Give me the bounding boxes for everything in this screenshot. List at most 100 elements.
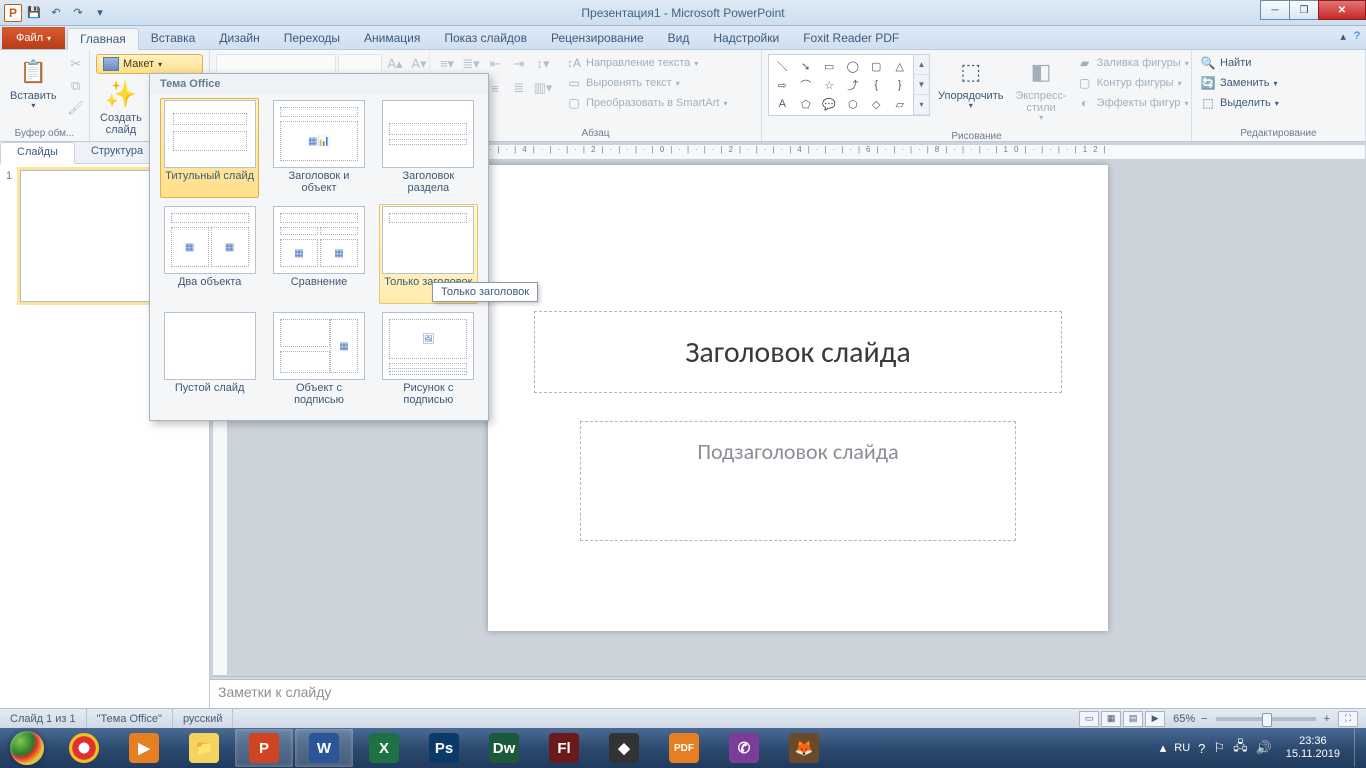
status-theme[interactable]: "Тема Office": [87, 709, 173, 728]
tray-network-icon[interactable]: 🖧: [1233, 737, 1248, 759]
layout-item-content-caption[interactable]: ▦ Объект с подписью: [269, 310, 368, 410]
close-button[interactable]: ✕: [1318, 0, 1366, 20]
shape-curve-icon[interactable]: ⌒: [795, 76, 818, 94]
shape-connector-icon[interactable]: ⤴: [842, 76, 865, 94]
convert-smartart-button[interactable]: ▢Преобразовать в SmartArt▾: [564, 94, 729, 112]
shapes-scroll-up-icon[interactable]: ▲: [914, 55, 929, 75]
view-normal-icon[interactable]: ▭: [1079, 711, 1099, 727]
fit-to-window-icon[interactable]: ⛶: [1338, 711, 1358, 727]
tab-review[interactable]: Рецензирование: [539, 27, 656, 49]
layout-item-title-slide[interactable]: Титульный слайд: [160, 98, 259, 198]
qat-redo-icon[interactable]: ↷: [68, 3, 88, 23]
task-foxit[interactable]: PDF: [655, 729, 713, 767]
minimize-ribbon-icon[interactable]: ▴: [1340, 30, 1346, 43]
view-reading-icon[interactable]: ▤: [1123, 711, 1143, 727]
text-direction-button[interactable]: ↕AНаправление текста▾: [564, 54, 729, 72]
task-chrome[interactable]: [55, 729, 113, 767]
layout-item-blank[interactable]: Пустой слайд: [160, 310, 259, 410]
tab-slideshow[interactable]: Показ слайдов: [432, 27, 539, 49]
tray-language[interactable]: RU: [1174, 742, 1190, 754]
start-button[interactable]: [0, 728, 54, 768]
zoom-percent[interactable]: 65%: [1173, 713, 1195, 725]
arrange-button[interactable]: ⬚ Упорядочить▾: [934, 54, 1007, 113]
task-word[interactable]: W: [295, 729, 353, 767]
shape-brace2-icon[interactable]: }: [889, 76, 912, 94]
title-placeholder[interactable]: Заголовок слайда: [534, 311, 1062, 393]
layout-item-title-content[interactable]: ▦📊 Заголовок и объект: [269, 98, 368, 198]
find-button[interactable]: 🔍Найти: [1198, 54, 1281, 72]
help-icon[interactable]: ?: [1354, 30, 1360, 43]
shape-fill-button[interactable]: ▰Заливка фигуры▾: [1075, 54, 1191, 72]
task-powerpoint[interactable]: P: [235, 729, 293, 767]
shape-ellipse-icon[interactable]: ◯: [842, 57, 865, 75]
copy-icon[interactable]: ⧉: [65, 76, 87, 96]
layout-item-two-content[interactable]: ▦▦ Два объекта: [160, 204, 259, 304]
tab-addins[interactable]: Надстройки: [701, 27, 791, 49]
task-excel[interactable]: X: [355, 729, 413, 767]
justify-icon[interactable]: ≣: [508, 78, 530, 98]
grow-font-icon[interactable]: A▴: [384, 54, 406, 74]
line-spacing-icon[interactable]: ↕▾: [532, 54, 554, 74]
bullets-icon[interactable]: ≡▾: [436, 54, 458, 74]
shape-roundrect-icon[interactable]: ▢: [865, 57, 888, 75]
view-sorter-icon[interactable]: ▦: [1101, 711, 1121, 727]
shape-star-icon[interactable]: ☆: [818, 76, 841, 94]
tab-animations[interactable]: Анимация: [352, 27, 432, 49]
replace-button[interactable]: 🔄Заменить▾: [1198, 74, 1281, 92]
notes-pane[interactable]: Заметки к слайду: [210, 680, 1366, 708]
shapes-gallery[interactable]: ＼ ➘ ▭ ◯ ▢ △ ⇨ ⌒ ☆ ⤴ { } A ⬠ 💬 ⬡ ◇: [768, 54, 914, 116]
layout-dropdown[interactable]: Макет▾: [96, 54, 203, 74]
select-button[interactable]: ⬚Выделить▾: [1198, 94, 1281, 112]
tab-home[interactable]: Главная: [67, 28, 139, 50]
new-slide-button[interactable]: ✨ Создать слайд: [96, 76, 146, 138]
tab-view[interactable]: Вид: [656, 27, 702, 49]
columns-icon[interactable]: ▥▾: [532, 78, 554, 98]
tray-clock[interactable]: 23:36 15.11.2019: [1280, 735, 1346, 761]
zoom-slider[interactable]: [1216, 717, 1316, 721]
shape-flow-icon[interactable]: ▱: [889, 95, 912, 113]
layout-item-section-header[interactable]: Заголовок раздела: [379, 98, 478, 198]
slide-canvas[interactable]: Заголовок слайда Подзаголовок слайда: [488, 165, 1108, 631]
tab-design[interactable]: Дизайн: [207, 27, 271, 49]
pane-tab-outline[interactable]: Структура: [75, 142, 159, 163]
view-slideshow-icon[interactable]: ▶: [1145, 711, 1165, 727]
shapes-scroll-down-icon[interactable]: ▼: [914, 75, 929, 95]
tray-show-hidden-icon[interactable]: ▴: [1160, 740, 1167, 756]
status-slide-info[interactable]: Слайд 1 из 1: [0, 709, 87, 728]
show-desktop-button[interactable]: [1354, 729, 1362, 767]
task-viber[interactable]: ✆: [715, 729, 773, 767]
maximize-button[interactable]: ❐: [1289, 0, 1319, 20]
format-painter-icon[interactable]: 🖌: [65, 98, 87, 118]
layout-item-picture-caption[interactable]: 🖼 Рисунок с подписью: [379, 310, 478, 410]
zoom-out-icon[interactable]: −: [1201, 713, 1207, 725]
tray-flag-icon[interactable]: ⚐: [1213, 740, 1225, 756]
decrease-indent-icon[interactable]: ⇤: [484, 54, 506, 74]
subtitle-placeholder[interactable]: Подзаголовок слайда: [580, 421, 1016, 541]
qat-save-icon[interactable]: 💾: [24, 3, 44, 23]
shape-brace-icon[interactable]: {: [865, 76, 888, 94]
shape-effects-button[interactable]: ◐Эффекты фигур▾: [1075, 94, 1191, 112]
shape-rect-icon[interactable]: ▭: [818, 57, 841, 75]
pane-tab-slides[interactable]: Слайды: [0, 142, 75, 164]
layout-item-comparison[interactable]: ▦▦ Сравнение: [269, 204, 368, 304]
increase-indent-icon[interactable]: ⇥: [508, 54, 530, 74]
shape-triangle-icon[interactable]: △: [889, 57, 912, 75]
tray-help-icon[interactable]: ?: [1198, 741, 1205, 756]
task-explorer[interactable]: 📁: [175, 729, 233, 767]
tab-transitions[interactable]: Переходы: [272, 27, 352, 49]
minimize-button[interactable]: ─: [1260, 0, 1290, 20]
quick-styles-button[interactable]: ◧ Экспресс-стили▾: [1011, 54, 1070, 125]
shape-text-icon[interactable]: A: [771, 95, 794, 113]
status-language[interactable]: русский: [173, 709, 233, 728]
tab-file[interactable]: Файл ▾: [2, 27, 65, 49]
align-text-button[interactable]: ▭Выровнять текст▾: [564, 74, 729, 92]
task-media-player[interactable]: ▶: [115, 729, 173, 767]
shapes-more-icon[interactable]: ▾: [914, 95, 929, 115]
tab-insert[interactable]: Вставка: [139, 27, 208, 49]
shape-diamond-icon[interactable]: ◇: [865, 95, 888, 113]
shrink-font-icon[interactable]: A▾: [408, 54, 430, 74]
task-inkscape[interactable]: ◆: [595, 729, 653, 767]
zoom-in-icon[interactable]: +: [1324, 713, 1330, 725]
numbering-icon[interactable]: ≣▾: [460, 54, 482, 74]
app-icon[interactable]: P: [4, 4, 22, 22]
